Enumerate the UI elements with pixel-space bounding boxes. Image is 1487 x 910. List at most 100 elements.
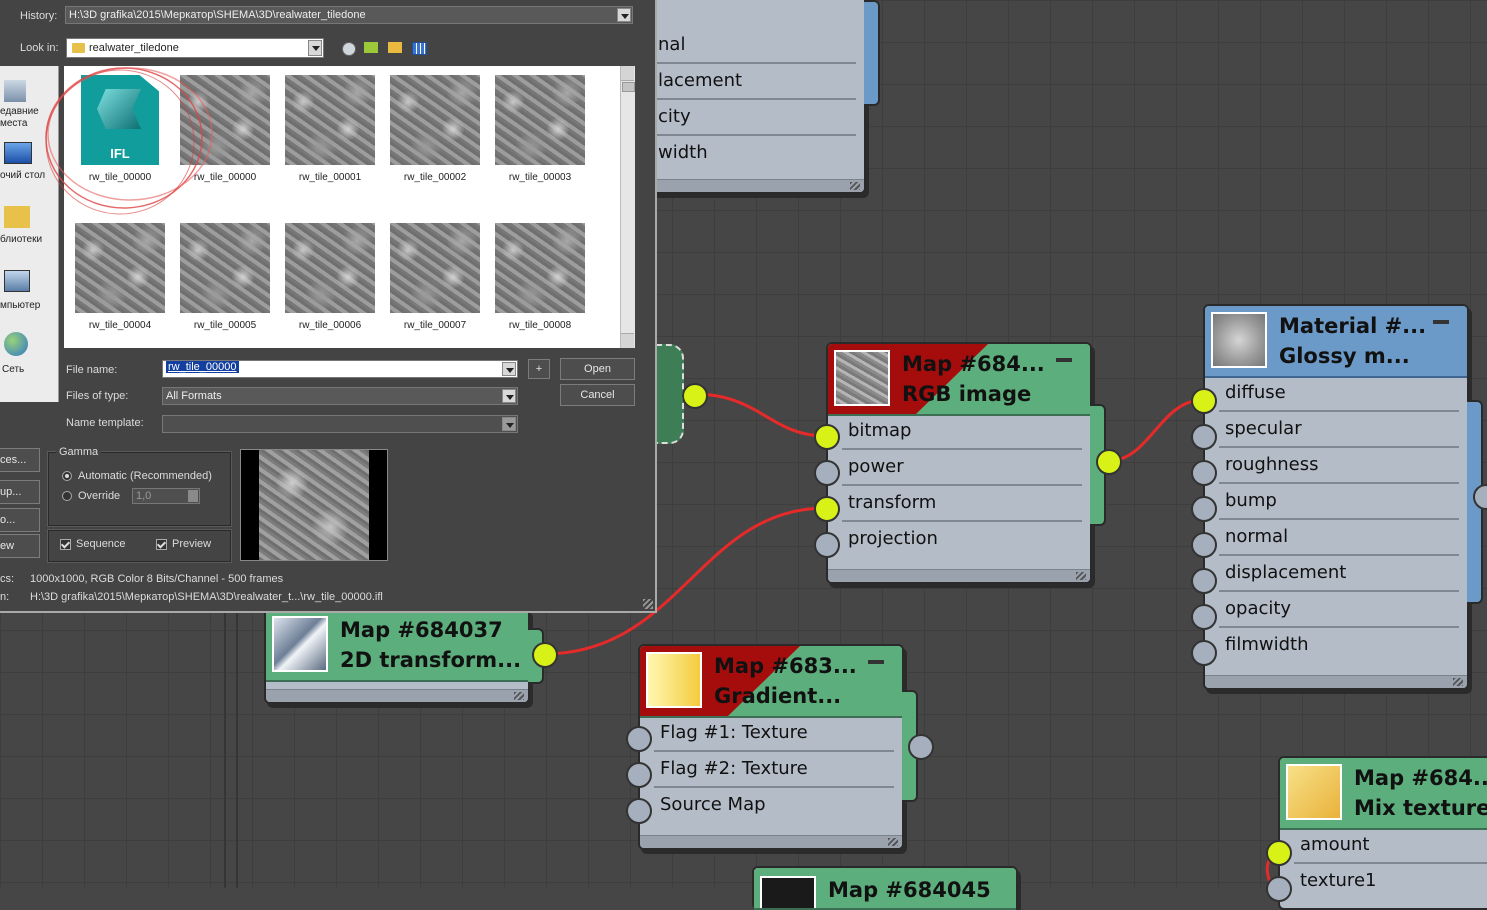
- node-mix-texture[interactable]: Map #684... Mix texture amount texture1: [1278, 756, 1487, 910]
- cancel-button[interactable]: Cancel: [560, 384, 635, 406]
- transform-thumbnail: [272, 616, 328, 672]
- file-list-scrollbar[interactable]: [620, 66, 635, 348]
- file-item[interactable]: rw_tile_00002: [383, 66, 487, 183]
- file-item[interactable]: rw_tile_00008: [488, 214, 592, 331]
- texture1-input-port[interactable]: [1266, 876, 1292, 902]
- file-name: rw_tile_00003: [508, 172, 572, 183]
- collapse-icon[interactable]: [1433, 320, 1449, 324]
- gamma-label: Gamma: [56, 446, 102, 458]
- back-icon[interactable]: [342, 42, 356, 56]
- history-label: History:: [20, 10, 58, 22]
- scroll-up-button[interactable]: [621, 66, 634, 81]
- annotation-circle: [45, 67, 213, 215]
- bitmap-input-port[interactable]: [814, 424, 840, 450]
- open-button[interactable]: Open: [560, 358, 635, 380]
- scroll-down-button[interactable]: [621, 333, 634, 348]
- gamma-value: 1,0: [136, 490, 152, 502]
- file-item[interactable]: rw_tile_00001: [278, 66, 382, 183]
- chevron-down-icon[interactable]: [617, 8, 631, 22]
- displacement-input-port[interactable]: [1191, 568, 1217, 594]
- gamma-automatic-label: Automatic (Recommended): [78, 470, 212, 482]
- projection-input-port[interactable]: [814, 532, 840, 558]
- place-label: едавние места: [0, 106, 39, 129]
- chevron-down-icon[interactable]: [502, 362, 516, 376]
- spinner-arrows-icon[interactable]: [188, 490, 198, 502]
- transform-output-port[interactable]: [532, 642, 558, 668]
- lookin-dropdown[interactable]: realwater_tiledone: [66, 38, 324, 58]
- bump-input-port[interactable]: [1191, 496, 1217, 522]
- amount-input-port[interactable]: [1266, 840, 1292, 866]
- filename-value: rw_tile_00000: [166, 361, 239, 373]
- node-material[interactable]: Material #... Glossy m... diffuse specul…: [1203, 304, 1469, 690]
- diffuse-input-port[interactable]: [1191, 388, 1217, 414]
- port-label-diffuse: diffuse: [1225, 382, 1286, 403]
- texture-thumbnail: [285, 223, 375, 313]
- devices-button[interactable]: ces...: [0, 448, 40, 472]
- chevron-down-icon[interactable]: [502, 417, 516, 431]
- file-item[interactable]: rw_tile_00004: [68, 214, 172, 331]
- node-2d-transform[interactable]: Map #684037 2D transform...: [264, 608, 530, 704]
- gamma-automatic-radio[interactable]: Automatic (Recommended): [62, 470, 212, 482]
- node-bottom-partial[interactable]: Map #684045: [752, 866, 1018, 910]
- gamma-override-spinner[interactable]: 1,0: [132, 488, 200, 504]
- chevron-down-icon[interactable]: [308, 40, 322, 56]
- normal-input-port[interactable]: [1191, 532, 1217, 558]
- roughness-input-port[interactable]: [1191, 460, 1217, 486]
- chevron-down-icon[interactable]: [502, 389, 516, 403]
- port-label-filmwidth: filmwidth: [1225, 634, 1309, 655]
- gradient-output-port[interactable]: [908, 734, 934, 760]
- gamma-override-radio[interactable]: Override: [62, 490, 120, 502]
- file-item[interactable]: rw_tile_00007: [383, 214, 487, 331]
- hidden-node-output-port[interactable]: [682, 383, 708, 409]
- place-network[interactable]: Сеть: [0, 332, 58, 382]
- port-label: lacement: [658, 70, 743, 91]
- resize-grip-icon[interactable]: [643, 599, 653, 609]
- node-bitmap[interactable]: Map #684... RGB image bitmap power trans…: [826, 342, 1092, 584]
- node-gradient[interactable]: Map #683... Gradient... Flag #1: Texture…: [638, 644, 904, 850]
- view-menu-icon[interactable]: [412, 42, 427, 55]
- port-label-roughness: roughness: [1225, 454, 1319, 475]
- flag1-input-port[interactable]: [626, 726, 652, 752]
- file-name: rw_tile_00001: [298, 172, 362, 183]
- plus-button[interactable]: +: [528, 359, 550, 379]
- hidden-node-stub[interactable]: [656, 344, 684, 444]
- collapse-icon[interactable]: [1056, 358, 1072, 362]
- node-title: Map #684...: [902, 352, 1045, 376]
- info-button[interactable]: o...: [0, 508, 40, 532]
- collapse-icon[interactable]: [868, 660, 884, 664]
- filmwidth-input-port[interactable]: [1191, 640, 1217, 666]
- scroll-thumb[interactable]: [622, 82, 635, 92]
- wire-diffuse: [1107, 398, 1204, 463]
- recent-places-icon: [4, 80, 26, 102]
- setup-button[interactable]: up...: [0, 480, 40, 504]
- texture-thumbnail: [495, 75, 585, 165]
- up-folder-icon[interactable]: [364, 42, 378, 53]
- texture-thumbnail: [180, 223, 270, 313]
- new-folder-icon[interactable]: [388, 42, 402, 53]
- opacity-input-port[interactable]: [1191, 604, 1217, 630]
- file-item[interactable]: rw_tile_00006: [278, 214, 382, 331]
- file-item[interactable]: rw_tile_00003: [488, 66, 592, 183]
- place-computer[interactable]: мпьютер: [0, 268, 58, 318]
- node-subtitle: RGB image: [902, 382, 1032, 406]
- sequence-checkbox[interactable]: Sequence: [60, 538, 126, 550]
- transform-input-port[interactable]: [814, 496, 840, 522]
- history-dropdown[interactable]: H:\3D grafika\2015\Меркатор\SHEMA\3D\rea…: [65, 6, 633, 24]
- filename-input[interactable]: rw_tile_00000: [162, 360, 518, 378]
- power-input-port[interactable]: [814, 460, 840, 486]
- lookin-value: realwater_tiledone: [89, 42, 179, 54]
- source-map-input-port[interactable]: [626, 798, 652, 824]
- port-label-power: power: [848, 456, 904, 477]
- view-button[interactable]: ew: [0, 534, 40, 558]
- texture-thumbnail: [390, 75, 480, 165]
- file-item[interactable]: rw_tile_00005: [173, 214, 277, 331]
- preview-checkbox[interactable]: Preview: [156, 538, 211, 550]
- filetype-select[interactable]: All Formats: [162, 387, 518, 405]
- specular-input-port[interactable]: [1191, 424, 1217, 450]
- nametemplate-label: Name template:: [66, 417, 144, 429]
- open-file-dialog[interactable]: History: H:\3D grafika\2015\Меркатор\SHE…: [0, 0, 657, 613]
- port-label-opacity: opacity: [1225, 598, 1292, 619]
- flag2-input-port[interactable]: [626, 762, 652, 788]
- bitmap-output-port[interactable]: [1096, 449, 1122, 475]
- nametemplate-select[interactable]: [162, 415, 518, 433]
